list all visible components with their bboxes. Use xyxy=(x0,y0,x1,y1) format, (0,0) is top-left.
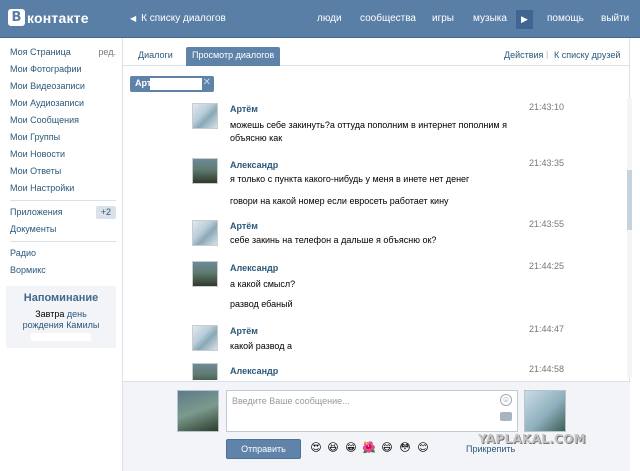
message-time: 21:43:10 xyxy=(529,102,565,112)
back-to-dialogs-link[interactable]: ◀ К списку диалогов xyxy=(130,13,226,24)
tabs-bar: Диалоги Просмотр диалогов Действия | К с… xyxy=(123,38,630,66)
emoji-smile-icon[interactable]: 😁 xyxy=(344,441,358,455)
avatar[interactable] xyxy=(192,158,218,184)
sidebar-item-label: Приложения xyxy=(10,207,63,217)
message-text: говори на какой номер если евросеть рабо… xyxy=(230,196,449,206)
watermark: YAPLAKAL.COM xyxy=(478,432,586,446)
message-author[interactable]: Артём xyxy=(230,221,258,231)
sidebar-item-answers[interactable]: Мои Ответы xyxy=(10,163,116,180)
sidebar-item-videos[interactable]: Мои Видеозаписи xyxy=(10,78,116,95)
vk-logo[interactable]: В контакте xyxy=(8,9,89,26)
nav-music[interactable]: музыка xyxy=(473,13,507,24)
sidebar-item-settings[interactable]: Мои Настройки xyxy=(10,180,116,197)
sidebar-item-apps[interactable]: Приложения +2 xyxy=(10,204,116,221)
emoji-grin-icon[interactable]: 😆 xyxy=(326,441,340,455)
reminder-blank xyxy=(31,333,91,341)
top-bar: В контакте ◀ К списку диалогов люди сооб… xyxy=(0,0,640,38)
emoji-surprised-icon[interactable]: 😳 xyxy=(398,441,412,455)
sidebar-item-radio[interactable]: Радио xyxy=(10,245,116,262)
participant-filter-chip[interactable]: Арт ✕ xyxy=(130,76,214,92)
reminder-text-before: Завтра xyxy=(35,309,65,319)
message-input[interactable]: Введите Ваше сообщение... xyxy=(226,390,518,432)
reminder-title: Напоминание xyxy=(23,292,99,304)
tab-view-dialogs[interactable]: Просмотр диалогов xyxy=(186,47,281,66)
avatar[interactable] xyxy=(192,220,218,246)
message-author[interactable]: Артём xyxy=(230,326,258,336)
close-icon[interactable]: ✕ xyxy=(203,77,211,88)
sidebar-item-photos[interactable]: Мои Фотографии xyxy=(10,61,116,78)
sidebar-item-groups[interactable]: Мои Группы xyxy=(10,129,116,146)
avatar[interactable] xyxy=(192,325,218,351)
avatar[interactable] xyxy=(192,261,218,287)
divider xyxy=(10,241,116,242)
filter-name: Арт xyxy=(135,78,152,88)
message-time: 21:43:35 xyxy=(529,158,565,168)
emoji-heart-eyes-icon[interactable]: 😍 xyxy=(309,441,323,455)
message-text: развод ебаный xyxy=(230,299,293,309)
divider: | xyxy=(546,49,549,59)
nav-people[interactable]: люди xyxy=(317,13,342,24)
message-time: 21:43:55 xyxy=(529,219,565,229)
message-author[interactable]: Александр xyxy=(230,160,278,170)
filter-redacted xyxy=(150,78,202,90)
nav-logout[interactable]: выйти xyxy=(601,13,629,24)
send-button[interactable]: Отправить xyxy=(226,439,301,459)
emoji-flower-icon[interactable]: 🌺 xyxy=(362,441,376,455)
back-link-label: К списку диалогов xyxy=(141,13,226,24)
camera-icon[interactable] xyxy=(500,412,512,421)
message-time: 21:44:58 xyxy=(529,364,565,374)
apps-count-badge: +2 xyxy=(95,206,116,219)
sidebar-item-messages[interactable]: Мои Сообщения xyxy=(10,112,116,129)
sidebar-item-wormix[interactable]: Вормикс xyxy=(10,262,116,279)
avatar[interactable] xyxy=(192,363,218,380)
my-avatar[interactable] xyxy=(177,390,219,432)
tab-dialogs[interactable]: Диалоги xyxy=(132,47,179,66)
reminder-box: Напоминание Завтра день рождения Камилы xyxy=(6,286,116,348)
edit-link[interactable]: ред. xyxy=(98,44,116,61)
message-time: 21:44:47 xyxy=(529,324,565,334)
message-text: я только с пункта какого-нибудь у меня в… xyxy=(230,174,470,184)
sidebar: Моя Страница ред. Мои Фотографии Мои Вид… xyxy=(10,44,116,279)
message-history: Артём 21:43:10 можешь себе закинуть?а от… xyxy=(123,100,630,380)
birthday-person-link[interactable]: Камилы xyxy=(66,320,99,330)
play-icon[interactable]: ▶ xyxy=(516,10,533,29)
message-text: а какой смысл? xyxy=(230,279,296,289)
message-text: можешь себе закинуть?а оттуда пополним в… xyxy=(230,120,507,143)
emoji-blush-icon[interactable]: 😊 xyxy=(416,441,430,455)
main-panel: Диалоги Просмотр диалогов Действия | К с… xyxy=(122,38,630,471)
logo-text: контакте xyxy=(27,9,89,26)
logo-icon: В xyxy=(8,9,25,26)
nav-help[interactable]: помощь xyxy=(547,13,584,24)
reminder-text: Завтра день рождения Камилы xyxy=(6,309,116,331)
avatar[interactable] xyxy=(192,103,218,129)
nav-games[interactable]: игры xyxy=(432,13,454,24)
sidebar-item-documents[interactable]: Документы xyxy=(10,221,116,238)
sidebar-item-news[interactable]: Мои Новости xyxy=(10,146,116,163)
nav-communities[interactable]: сообщества xyxy=(360,13,416,24)
scrollbar-track[interactable] xyxy=(627,98,632,378)
message-author[interactable]: Александр xyxy=(230,366,278,376)
sidebar-item-audio[interactable]: Мои Аудиозаписи xyxy=(10,95,116,112)
message-author[interactable]: Александр xyxy=(230,263,278,273)
actions-link[interactable]: Действия xyxy=(504,50,543,60)
message-author[interactable]: Артём xyxy=(230,104,258,114)
emoji-laugh-icon[interactable]: 😄 xyxy=(380,441,394,455)
smile-icon[interactable]: ☺ xyxy=(500,394,512,406)
divider xyxy=(10,200,116,201)
chevron-left-icon: ◀ xyxy=(130,14,137,23)
sidebar-item-label: Моя Страница xyxy=(10,47,71,57)
scrollbar-thumb[interactable] xyxy=(627,170,632,230)
message-composer: Введите Ваше сообщение... ☺ Отправить 😍 … xyxy=(123,381,630,471)
to-friends-link[interactable]: К списку друзей xyxy=(554,50,620,60)
sidebar-item-my-page[interactable]: Моя Страница ред. xyxy=(10,44,116,61)
message-time: 21:44:25 xyxy=(529,261,565,271)
message-text: себе закинь на телефон а дальше я объясн… xyxy=(230,235,437,245)
peer-avatar[interactable] xyxy=(524,390,566,432)
message-text: какой развод а xyxy=(230,341,292,351)
